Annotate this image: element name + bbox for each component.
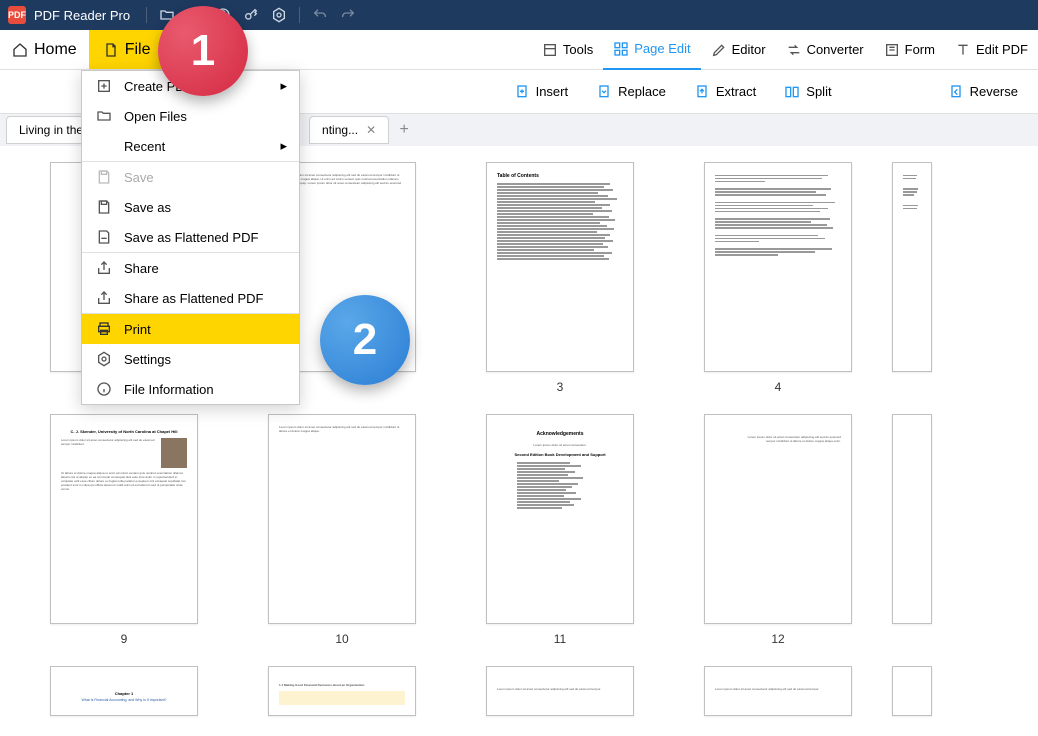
page-thumbnail[interactable]: Table of Contents 3 bbox=[486, 162, 634, 394]
main-toolbar: Home File Tools Page Edit Editor Convert… bbox=[0, 30, 1038, 70]
plus-file-icon bbox=[96, 78, 112, 94]
edit-pdf-button[interactable]: Edit PDF bbox=[945, 30, 1038, 70]
undo-icon[interactable] bbox=[310, 5, 330, 25]
replace-button[interactable]: Replace bbox=[596, 84, 666, 100]
gear-icon bbox=[96, 351, 112, 367]
page-thumbnail[interactable]: C. J. Skender, University of North Carol… bbox=[50, 414, 198, 646]
pencil-icon bbox=[711, 42, 727, 58]
menu-save-as[interactable]: Save as bbox=[82, 192, 299, 222]
callout-1: 1 bbox=[158, 6, 248, 96]
redo-icon[interactable] bbox=[338, 5, 358, 25]
page-thumbnail[interactable] bbox=[892, 666, 932, 716]
menu-save-flattened[interactable]: Save as Flattened PDF bbox=[82, 222, 299, 252]
app-icon: PDF bbox=[8, 6, 26, 24]
convert-icon bbox=[786, 42, 802, 58]
page-thumbnail[interactable]: Lorem ipsum dolor sit amet consectetur a… bbox=[268, 414, 416, 646]
home-label: Home bbox=[34, 41, 77, 59]
extract-button[interactable]: Extract bbox=[694, 84, 756, 100]
chevron-right-icon: ▸ bbox=[280, 138, 287, 154]
page-thumbnail[interactable]: Chapter 1What Is Financial Accounting, a… bbox=[50, 666, 198, 716]
menu-print[interactable]: Print bbox=[82, 314, 299, 344]
info-icon bbox=[96, 381, 112, 397]
save-icon bbox=[96, 169, 112, 185]
document-tab[interactable]: nting...✕ bbox=[309, 116, 389, 144]
menu-settings[interactable]: Settings bbox=[82, 344, 299, 374]
menu-file-info[interactable]: File Information bbox=[82, 374, 299, 404]
page-thumbnail[interactable]: Lorem ipsum dolor sit amet consectetur a… bbox=[704, 414, 852, 646]
home-button[interactable]: Home bbox=[0, 30, 89, 69]
insert-icon bbox=[514, 84, 530, 100]
grid-icon bbox=[613, 41, 629, 57]
app-title: PDF Reader Pro bbox=[34, 8, 130, 23]
split-button[interactable]: Split bbox=[784, 84, 831, 100]
page-thumbnail[interactable]: 1.1 Making Good Financial Decisions abou… bbox=[268, 666, 416, 716]
form-icon bbox=[884, 42, 900, 58]
save-flat-icon bbox=[96, 229, 112, 245]
share-flat-icon bbox=[96, 290, 112, 306]
add-tab-button[interactable]: + bbox=[392, 118, 416, 142]
page-thumbnail[interactable]: Lorem ipsum dolor sit amet consectetur a… bbox=[704, 666, 852, 716]
chevron-right-icon: ▸ bbox=[280, 78, 287, 94]
share-icon bbox=[96, 260, 112, 276]
insert-button[interactable]: Insert bbox=[514, 84, 569, 100]
menu-share-flattened[interactable]: Share as Flattened PDF bbox=[82, 283, 299, 313]
file-icon bbox=[103, 42, 119, 58]
page-thumbnail[interactable]: 4 bbox=[704, 162, 852, 394]
key-icon[interactable] bbox=[241, 5, 261, 25]
tools-button[interactable]: Tools bbox=[532, 30, 603, 70]
replace-icon bbox=[596, 84, 612, 100]
menu-recent[interactable]: Recent▸ bbox=[82, 131, 299, 161]
extract-icon bbox=[694, 84, 710, 100]
page-thumbnail[interactable]: AcknowledgementsLorem ipsum dolor sit am… bbox=[486, 414, 634, 646]
settings-icon[interactable] bbox=[269, 5, 289, 25]
home-icon bbox=[12, 42, 28, 58]
editor-button[interactable]: Editor bbox=[701, 30, 776, 70]
callout-2: 2 bbox=[320, 295, 410, 385]
file-menu: Create PDF▸ Open Files Recent▸ Save Save… bbox=[81, 70, 300, 405]
save-as-icon bbox=[96, 199, 112, 215]
menu-open-files[interactable]: Open Files bbox=[82, 101, 299, 131]
reverse-button[interactable]: Reverse bbox=[948, 84, 1018, 100]
split-icon bbox=[784, 84, 800, 100]
reverse-icon bbox=[948, 84, 964, 100]
tools-icon bbox=[542, 42, 558, 58]
close-icon[interactable]: ✕ bbox=[366, 123, 376, 137]
printer-icon bbox=[96, 321, 112, 337]
page-edit-button[interactable]: Page Edit bbox=[603, 30, 700, 70]
title-bar: PDF PDF Reader Pro bbox=[0, 0, 1038, 30]
page-thumbnail[interactable]: Lorem ipsum dolor sit amet consectetur a… bbox=[486, 666, 634, 716]
folder-icon bbox=[96, 108, 112, 124]
form-button[interactable]: Form bbox=[874, 30, 945, 70]
file-label: File bbox=[125, 41, 151, 59]
menu-share[interactable]: Share bbox=[82, 253, 299, 283]
converter-button[interactable]: Converter bbox=[776, 30, 874, 70]
file-button[interactable]: File bbox=[89, 30, 165, 69]
text-icon bbox=[955, 42, 971, 58]
page-thumbnail[interactable] bbox=[892, 162, 932, 394]
page-thumbnail[interactable] bbox=[892, 414, 932, 646]
menu-save[interactable]: Save bbox=[82, 162, 299, 192]
